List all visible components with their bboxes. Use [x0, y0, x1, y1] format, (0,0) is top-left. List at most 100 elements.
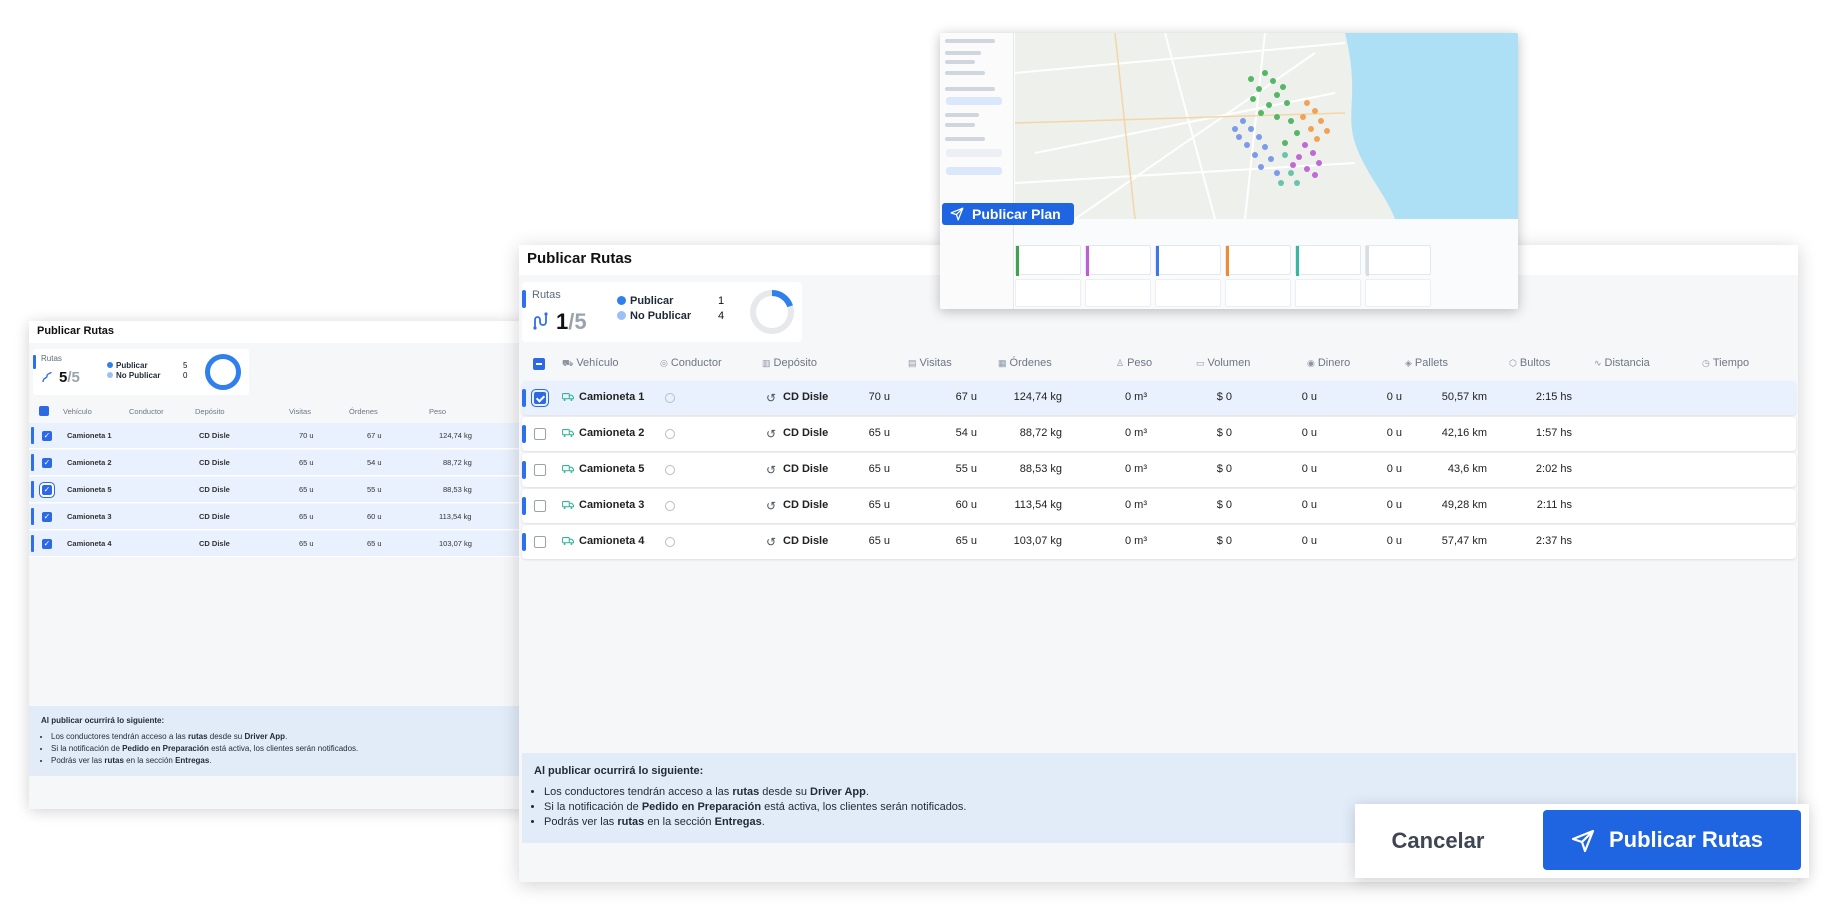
col-bultos[interactable]: ⬡ Bultos: [1509, 357, 1550, 369]
weight-value: 113,54 kg: [439, 512, 472, 521]
orders-value: 67 u: [367, 431, 382, 440]
route-icon: [533, 312, 548, 330]
row-indicator: [31, 427, 34, 444]
truck-icon: [562, 393, 574, 401]
pallets-value: 0 u: [1301, 391, 1317, 403]
table-row[interactable]: Camioneta 3 ↺ CD Disle 65 u 60 u 113,54 kg 0 m…: [522, 489, 1796, 523]
col-ordenes[interactable]: Órdenes: [349, 407, 378, 416]
row-checkbox[interactable]: ✓: [42, 431, 52, 441]
select-all-checkbox[interactable]: [533, 358, 545, 370]
map-graphic: [1015, 33, 1518, 219]
row-checkbox[interactable]: [534, 392, 546, 404]
row-checkbox[interactable]: ✓: [42, 512, 52, 522]
cancel-button[interactable]: Cancelar: [1383, 822, 1493, 860]
orders-value: 55 u: [367, 485, 382, 494]
row-checkbox[interactable]: ✓: [42, 458, 52, 468]
driver-avatar-icon[interactable]: [665, 429, 675, 439]
col-vehiculo[interactable]: ⛟ Vehículo: [562, 357, 619, 370]
map-view[interactable]: [1015, 33, 1518, 219]
driver-avatar-icon[interactable]: [665, 537, 675, 547]
row-checkbox[interactable]: [534, 500, 546, 512]
select-all-checkbox[interactable]: [39, 406, 49, 416]
col-volumen[interactable]: ▭ Volumen: [1196, 357, 1250, 369]
dialog-title: Publicar Rutas: [37, 325, 115, 337]
col-visitas[interactable]: ▤ Visitas: [908, 357, 952, 369]
row-checkbox[interactable]: ✓: [42, 485, 52, 495]
money-value: $ 0: [1216, 427, 1232, 439]
table-row[interactable]: Camioneta 4 ↺ CD Disle 65 u 65 u 103,07 kg 0 m…: [522, 525, 1796, 559]
row-checkbox[interactable]: [534, 428, 546, 440]
bultos-value: 0 u: [1386, 427, 1402, 439]
route-icon: [42, 371, 52, 383]
orders-value: 54 u: [955, 427, 977, 439]
row-checkbox[interactable]: [534, 536, 546, 548]
summary-count: 5/5: [59, 369, 80, 386]
distance-value: 42,16 km: [1441, 427, 1487, 439]
table-row[interactable]: ✓ Camioneta 2 CD Disle 65 u 54 u 88,72 k…: [29, 450, 529, 476]
row-checkbox[interactable]: [534, 464, 546, 476]
driver-avatar-icon[interactable]: [665, 393, 675, 403]
col-dinero[interactable]: ◉ Dinero: [1307, 357, 1350, 369]
col-peso[interactable]: ♙ Peso: [1116, 357, 1152, 369]
legend-no-publicar: No Publicar: [107, 371, 160, 380]
routes-summary-card: Rutas 5/5 Publicar 5 No Publicar 0: [33, 349, 249, 395]
visits-value: 65 u: [868, 463, 890, 475]
sidebar-line: [945, 123, 975, 127]
col-tiempo[interactable]: ◷ Tiempo: [1702, 357, 1749, 369]
truck-icon: [562, 429, 574, 437]
row-indicator: [31, 481, 34, 498]
weight-value: 113,54 kg: [1014, 499, 1062, 511]
return-icon: ↺: [766, 427, 777, 441]
table-row[interactable]: ✓ Camioneta 4 CD Disle 65 u 65 u 103,07 …: [29, 531, 529, 557]
depot-name: CD Disle: [783, 535, 829, 547]
table-header: Vehículo Conductor Depósito Visitas Órde…: [29, 403, 529, 421]
note-item: Si la notificación de Pedido en Preparac…: [51, 743, 517, 755]
route-planner-screenshot: Publicar Plan: [940, 33, 1518, 309]
table-row[interactable]: ✓ Camioneta 1 CD Disle 70 u 67 u 124,74 …: [29, 423, 529, 449]
distance-value: 43,6 km: [1447, 463, 1487, 475]
dialog-actions: Cancelar Publicar Rutas: [1355, 804, 1809, 878]
table-row[interactable]: Camioneta 5 ↺ CD Disle 65 u 55 u 88,53 kg 0 m³…: [522, 453, 1796, 487]
orders-icon: ▦: [998, 358, 1007, 368]
visits-value: 65 u: [299, 539, 314, 548]
time-value: 1:57 hs: [1535, 427, 1572, 439]
table-row[interactable]: ✓ Camioneta 5 CD Disle 65 u 55 u 88,53 k…: [29, 477, 529, 503]
time-value: 2:15 hs: [1535, 391, 1572, 403]
publish-plan-button[interactable]: Publicar Plan: [942, 203, 1074, 225]
visits-value: 65 u: [868, 427, 890, 439]
col-peso[interactable]: Peso: [429, 407, 446, 416]
pallets-value: 0 u: [1301, 499, 1317, 511]
col-deposito[interactable]: Depósito: [195, 407, 225, 416]
col-visitas[interactable]: Visitas: [289, 407, 311, 416]
pallets-value: 0 u: [1301, 535, 1317, 547]
sidebar-pill: [946, 167, 1002, 175]
depot-name: CD Disle: [199, 431, 230, 440]
depot-name: CD Disle: [199, 512, 230, 521]
col-ordenes[interactable]: ▦ Órdenes: [998, 357, 1052, 369]
col-vehiculo[interactable]: Vehículo: [63, 407, 92, 416]
driver-avatar-icon[interactable]: [665, 465, 675, 475]
publish-donut: [750, 290, 794, 334]
truck-icon: [562, 501, 574, 509]
col-pallets[interactable]: ◈ Pallets: [1405, 357, 1448, 369]
time-value: 2:37 hs: [1535, 535, 1572, 547]
col-deposito[interactable]: ▥ Depósito: [762, 357, 817, 369]
driver-avatar-icon[interactable]: [665, 501, 675, 511]
bultos-value: 0 u: [1386, 499, 1402, 511]
table-row[interactable]: Camioneta 1 ↺ CD Disle 70 u 67 u 124,74 kg 0 m…: [522, 381, 1796, 415]
visits-value: 70 u: [868, 391, 890, 403]
distance-value: 57,47 km: [1441, 535, 1487, 547]
weight-value: 88,72 kg: [443, 458, 472, 467]
vehicle-name: Camioneta 5: [67, 485, 112, 494]
col-conductor[interactable]: ◎ Conductor: [660, 357, 722, 369]
table-row[interactable]: Camioneta 2 ↺ CD Disle 65 u 54 u 88,72 kg 0 m³…: [522, 417, 1796, 451]
publish-routes-button[interactable]: Publicar Rutas: [1543, 810, 1801, 870]
bultos-value: 0 u: [1386, 391, 1402, 403]
col-conductor[interactable]: Conductor: [129, 407, 164, 416]
publish-donut: [205, 354, 241, 390]
col-distancia[interactable]: ∿ Distancia: [1594, 357, 1650, 369]
legend-publicar: Publicar: [107, 361, 148, 370]
send-icon: [950, 207, 964, 221]
table-row[interactable]: ✓ Camioneta 3 CD Disle 65 u 60 u 113,54 …: [29, 504, 529, 530]
row-checkbox[interactable]: ✓: [42, 539, 52, 549]
